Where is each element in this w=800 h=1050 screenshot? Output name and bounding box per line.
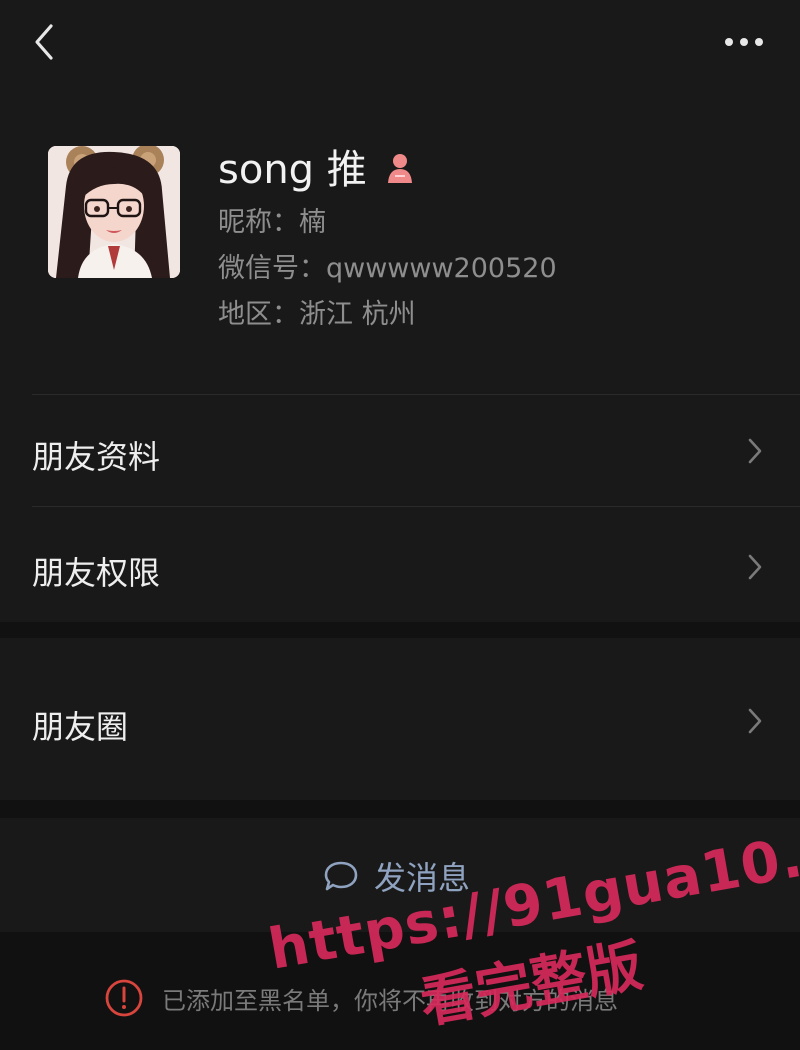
send-message-content: 发消息 bbox=[322, 854, 470, 898]
more-button[interactable] bbox=[716, 24, 772, 60]
blacklist-notice: 已添加至黑名单，你将不再收到对方的消息 bbox=[104, 976, 618, 1020]
female-icon bbox=[383, 149, 417, 183]
friend-permissions-row[interactable]: 朋友权限 bbox=[0, 508, 800, 622]
profile-card: song 推 昵称：楠 微信号：qwwwww200520 地区：浙江 杭州 朋友… bbox=[0, 0, 800, 622]
chevron-right-icon bbox=[748, 708, 762, 734]
blacklist-notice-text: 已添加至黑名单，你将不再收到对方的消息 bbox=[162, 986, 618, 1015]
friend-info-row[interactable]: 朋友资料 bbox=[0, 396, 800, 506]
send-message-label: 发消息 bbox=[374, 859, 471, 897]
region-text: 地区：浙江 杭州 bbox=[218, 299, 416, 330]
moments-label: 朋友圈 bbox=[32, 708, 129, 746]
back-button[interactable] bbox=[26, 20, 66, 64]
send-message-button[interactable]: 发消息 bbox=[0, 818, 800, 932]
nickname-text: 昵称：楠 bbox=[218, 207, 326, 238]
chat-bubble-icon bbox=[324, 861, 358, 891]
chevron-right-icon bbox=[748, 438, 762, 464]
alert-circle-icon bbox=[105, 979, 143, 1017]
avatar[interactable] bbox=[48, 146, 180, 278]
chevron-right-icon bbox=[748, 554, 762, 580]
contact-profile-screen: song 推 昵称：楠 微信号：qwwwww200520 地区：浙江 杭州 朋友… bbox=[0, 0, 800, 1050]
wechat-id-text: 微信号：qwwwww200520 bbox=[218, 253, 557, 284]
chevron-left-icon bbox=[35, 24, 53, 60]
avatar-illustration bbox=[48, 146, 180, 278]
more-horizontal-icon bbox=[725, 38, 763, 46]
profile-name: song 推 bbox=[218, 140, 417, 193]
friend-info-label: 朋友资料 bbox=[32, 438, 161, 476]
profile-name-text: song 推 bbox=[218, 147, 367, 193]
moments-row[interactable]: 朋友圈 bbox=[0, 638, 800, 800]
divider bbox=[32, 394, 800, 395]
divider bbox=[32, 506, 800, 507]
friend-permissions-label: 朋友权限 bbox=[32, 554, 161, 592]
